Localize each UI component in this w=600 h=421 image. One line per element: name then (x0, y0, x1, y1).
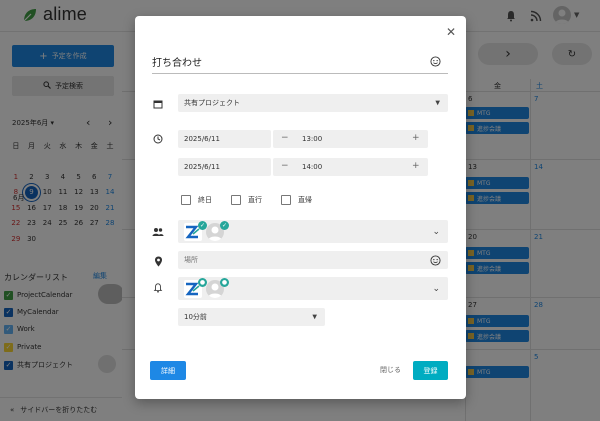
emoji-icon[interactable] (430, 56, 441, 67)
end-time-stepper[interactable]: − 14:00 + (273, 158, 428, 176)
allday-checkbox[interactable]: 終日 (181, 195, 212, 205)
direct-go-label: 直行 (248, 196, 262, 204)
location-pin-icon (152, 255, 164, 267)
dropdown-arrow-icon: ▼ (435, 99, 440, 107)
start-date-field[interactable]: 2025/6/11 (178, 130, 271, 148)
event-edit-dialog: ✕ 打ち合わせ 共有プロジェクト ▼ 2025/6/11 − 13:00 + 2… (135, 16, 466, 399)
direct-return-checkbox[interactable]: 直帰 (281, 195, 312, 205)
detail-button[interactable]: 詳細 (150, 361, 186, 380)
clock-icon (152, 133, 164, 145)
reminder-value: 10分前 (184, 313, 207, 321)
decrement-button[interactable]: − (281, 161, 289, 171)
emoji-icon[interactable] (430, 255, 441, 266)
reminder-select[interactable]: 10分前 ▼ (178, 308, 325, 326)
allday-label: 終日 (198, 196, 212, 204)
calendar-icon (152, 98, 164, 110)
start-time-value[interactable]: 13:00 (302, 135, 322, 143)
checkbox[interactable] (181, 195, 191, 205)
direct-go-checkbox[interactable]: 直行 (231, 195, 262, 205)
title-underline (152, 73, 448, 74)
people-icon (152, 226, 164, 238)
calendar-select[interactable]: 共有プロジェクト ▼ (178, 94, 448, 112)
direct-return-label: 直帰 (298, 196, 312, 204)
close-icon[interactable]: ✕ (446, 25, 456, 39)
end-time-value[interactable]: 14:00 (302, 163, 322, 171)
calendar-select-value: 共有プロジェクト (184, 99, 240, 107)
save-button[interactable]: 登録 (413, 361, 448, 380)
start-date-value: 2025/6/11 (184, 135, 220, 143)
end-date-field[interactable]: 2025/6/11 (178, 158, 271, 176)
chevron-down-icon[interactable]: ⌄ (432, 227, 440, 237)
increment-button[interactable]: + (412, 133, 420, 143)
dropdown-arrow-icon: ▼ (312, 313, 317, 321)
close-button[interactable]: 閉じる (380, 365, 401, 375)
check-badge-icon: ✓ (220, 221, 229, 230)
start-time-stepper[interactable]: − 13:00 + (273, 130, 428, 148)
location-placeholder: 場所 (184, 256, 198, 264)
increment-button[interactable]: + (412, 161, 420, 171)
bell-icon (152, 282, 164, 294)
end-date-value: 2025/6/11 (184, 163, 220, 171)
checkbox[interactable] (231, 195, 241, 205)
checkbox[interactable] (281, 195, 291, 205)
chevron-down-icon[interactable]: ⌄ (432, 284, 440, 294)
location-input[interactable]: 場所 (178, 251, 448, 269)
bell-badge-icon: ● (220, 278, 229, 287)
decrement-button[interactable]: − (281, 133, 289, 143)
event-title-input[interactable]: 打ち合わせ (152, 54, 202, 69)
